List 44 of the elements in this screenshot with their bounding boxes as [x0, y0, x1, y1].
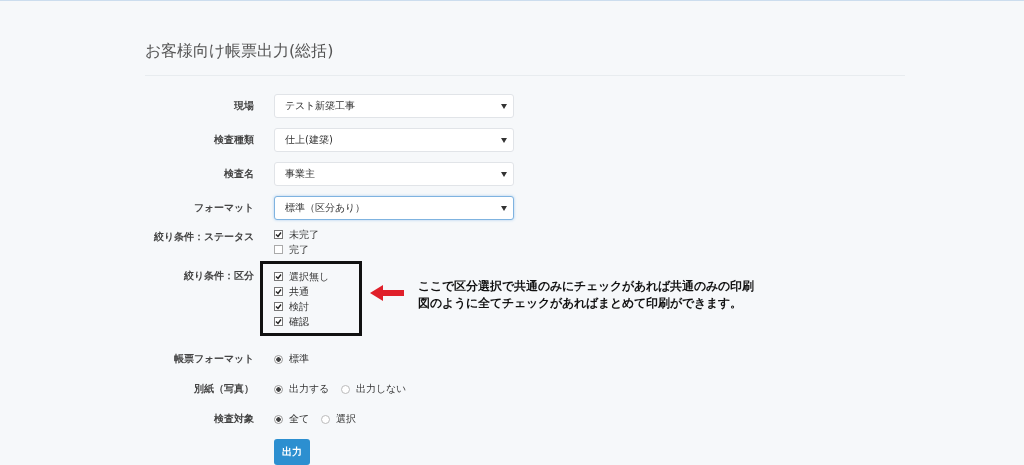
output-button[interactable]: 出力 [274, 439, 310, 465]
checkbox-option[interactable]: 検討 [274, 300, 329, 313]
annotation-text: ここで区分選択で共通のみにチェックがあれば共通のみの印刷 [418, 278, 754, 295]
checkbox-option[interactable]: 未完了 [274, 228, 319, 241]
caret-icon [501, 205, 507, 211]
checkbox-option[interactable]: 共通 [274, 285, 329, 298]
radio-option[interactable]: 出力する [274, 382, 329, 396]
checkbox[interactable] [274, 287, 283, 296]
field-label: 別紙（写真） [193, 382, 254, 396]
checkbox-option[interactable]: 選択無し [274, 270, 329, 283]
checkbox[interactable] [274, 245, 283, 254]
caret-icon [501, 171, 507, 177]
checkbox[interactable] [274, 302, 283, 311]
dropdown[interactable]: テスト新築工事 [274, 94, 514, 118]
field-label: フォーマット [193, 201, 254, 215]
arrow-icon [370, 285, 404, 301]
checkbox[interactable] [274, 272, 283, 281]
checkbox-option[interactable]: 確認 [274, 315, 329, 328]
annotation-text: 図のように全てチェックがあればまとめて印刷ができます。 [418, 295, 743, 312]
field-label: 現場 [233, 99, 254, 113]
checkbox-option[interactable]: 完了 [274, 243, 319, 256]
radio-option[interactable]: 選択 [321, 412, 356, 426]
radio-button[interactable] [274, 384, 283, 394]
field-label: 検査種類 [213, 133, 254, 147]
radio-option[interactable]: 全て [274, 412, 309, 426]
radio-option[interactable]: 出力しない [341, 382, 406, 396]
field-label: 帳票フォーマット [173, 352, 254, 366]
page-title: お客様向け帳票出力(総括) [145, 41, 335, 62]
radio-option[interactable]: 標準 [274, 352, 309, 366]
field-label: 絞り条件：区分 [182, 269, 254, 283]
radio-button[interactable] [274, 414, 283, 424]
dropdown[interactable]: 標準（区分あり） [274, 196, 514, 220]
dropdown[interactable]: 事業主 [274, 162, 514, 186]
field-label: 検査名 [223, 167, 254, 181]
radio-button[interactable] [274, 354, 283, 364]
radio-button[interactable] [321, 414, 330, 424]
caret-icon [501, 103, 507, 109]
field-label: 検査対象 [213, 412, 254, 426]
field-label: 絞り条件：ステータス [152, 230, 254, 244]
radio-button[interactable] [341, 384, 350, 394]
checkbox[interactable] [274, 230, 283, 239]
checkbox[interactable] [274, 317, 283, 326]
dropdown[interactable]: 仕上(建築) [274, 128, 514, 152]
caret-icon [501, 137, 507, 143]
